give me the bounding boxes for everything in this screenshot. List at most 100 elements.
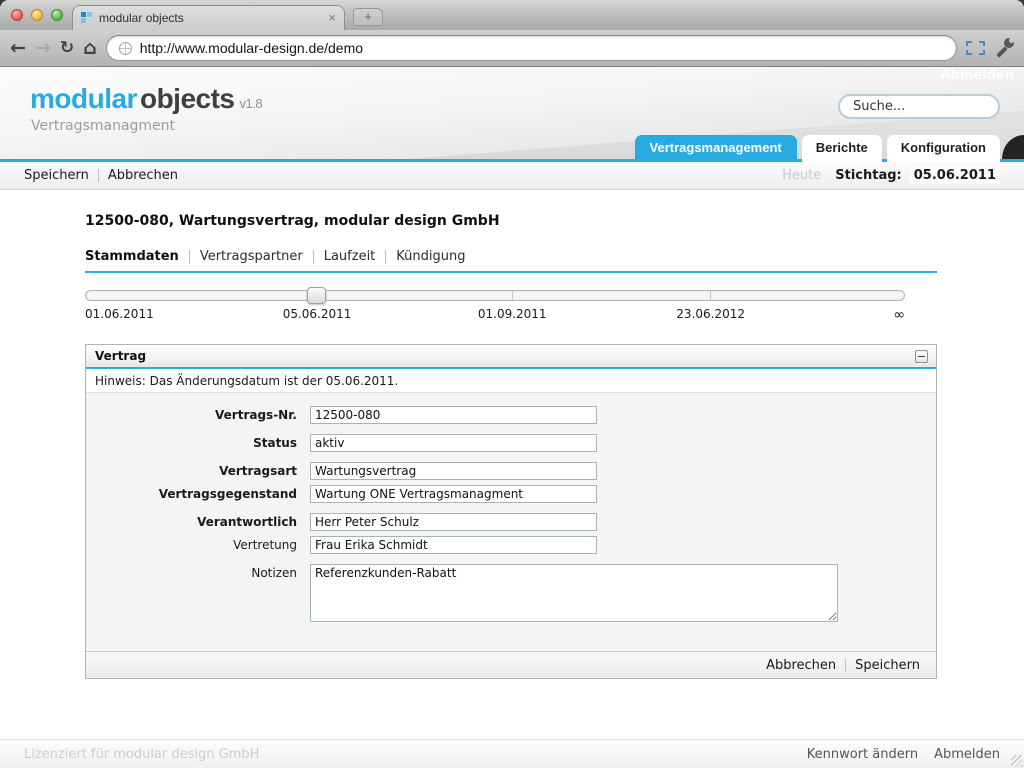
logo-objects: objects bbox=[140, 83, 235, 114]
panel-save-link[interactable]: Speichern bbox=[855, 658, 920, 673]
separator bbox=[313, 250, 314, 264]
browser-window: modular objects × + ← → ↻ ⌂ http://www.m… bbox=[0, 0, 1024, 768]
timeline: 01.06.2011 05.06.2011 01.09.2011 23.06.2… bbox=[85, 290, 905, 323]
timeline-tick bbox=[512, 291, 513, 300]
modular-favicon-icon bbox=[81, 12, 93, 24]
timeline-slider-handle[interactable] bbox=[307, 287, 326, 304]
resize-grip[interactable] bbox=[1011, 755, 1023, 767]
url-text[interactable]: http://www.modular-design.de/demo bbox=[140, 40, 363, 56]
stichtag-group: Heute Stichtag: 05.06.2011 bbox=[782, 167, 1000, 184]
status-input[interactable] bbox=[310, 434, 597, 452]
form-row: Vertrags-Nr. bbox=[86, 406, 936, 424]
today-link[interactable]: Heute bbox=[782, 168, 821, 183]
field-label-vertragsart: Vertragsart bbox=[86, 462, 310, 480]
vertrags-nr-input[interactable] bbox=[310, 406, 597, 424]
tab-close-icon[interactable]: × bbox=[328, 12, 336, 24]
form-row: Verantwortlich bbox=[86, 513, 936, 531]
tab-berichte[interactable]: Berichte bbox=[802, 135, 882, 162]
save-link[interactable]: Speichern bbox=[24, 168, 89, 183]
panel-footer: Abbrechen Speichern bbox=[86, 651, 936, 678]
logout-link[interactable]: Abmelden bbox=[934, 747, 1000, 762]
license-text: Lizenziert für modular design GmbH bbox=[24, 747, 259, 762]
panel-title: Vertrag bbox=[95, 349, 146, 363]
field-label-vertragsgegenstand: Vertragsgegenstand bbox=[86, 485, 310, 503]
window-controls bbox=[11, 9, 63, 21]
app-page: Abmelden modularobjects v1.8 Vertragsmana… bbox=[0, 67, 1024, 768]
app-toolbar: Speichern Abbrechen Heute Stichtag: 05.0… bbox=[0, 162, 1024, 190]
new-tab-button[interactable]: + bbox=[353, 8, 383, 26]
notizen-textarea[interactable]: Referenzkunden-Rabatt bbox=[310, 564, 838, 622]
selection-icon[interactable] bbox=[966, 41, 985, 55]
form-row: Vertragsart bbox=[86, 462, 936, 480]
subtabs: Stammdaten Vertragspartner Laufzeit Künd… bbox=[85, 249, 937, 273]
form-row: Status bbox=[86, 434, 936, 452]
main-content: 12500-080, Wartungsvertrag, modular desi… bbox=[0, 190, 1024, 739]
app-header: Abmelden modularobjects v1.8 Vertragsmana… bbox=[0, 67, 1024, 159]
tab-konfiguration[interactable]: Konfiguration bbox=[887, 135, 1000, 162]
cancel-link[interactable]: Abbrechen bbox=[108, 168, 178, 183]
timeline-infinity-label: ∞ bbox=[893, 307, 905, 323]
collapse-button[interactable]: − bbox=[915, 350, 928, 363]
vertrag-panel: Vertrag − Hinweis: Das Änderungsdatum is… bbox=[85, 344, 937, 679]
stichtag-value[interactable]: 05.06.2011 bbox=[910, 167, 1000, 184]
vertragsart-input[interactable] bbox=[310, 462, 597, 480]
page-title: 12500-080, Wartungsvertrag, modular desi… bbox=[85, 213, 937, 229]
verantwortlich-input[interactable] bbox=[310, 513, 597, 531]
browser-tab[interactable]: modular objects × bbox=[72, 5, 345, 30]
field-label-notizen: Notizen bbox=[86, 564, 310, 582]
separator bbox=[189, 250, 190, 264]
window-minimize-button[interactable] bbox=[31, 9, 43, 21]
timeline-slider-track[interactable] bbox=[85, 290, 905, 301]
field-label-status: Status bbox=[86, 434, 310, 452]
panel-cancel-link[interactable]: Abbrechen bbox=[766, 658, 836, 673]
vertragsgegenstand-input[interactable] bbox=[310, 485, 597, 503]
plus-icon: + bbox=[364, 9, 372, 24]
subtab-laufzeit[interactable]: Laufzeit bbox=[324, 249, 376, 264]
logo-modular: modular bbox=[30, 83, 137, 114]
app-logo: modularobjects v1.8 bbox=[30, 83, 262, 115]
panel-header: Vertrag − bbox=[86, 345, 936, 369]
app-footer: Lizenziert für modular design GmbH Kennw… bbox=[0, 739, 1024, 768]
wrench-icon[interactable] bbox=[994, 38, 1014, 58]
stichtag-label: Stichtag: bbox=[835, 168, 902, 183]
change-password-link[interactable]: Kennwort ändern bbox=[807, 747, 918, 762]
field-label-verantwortlich: Verantwortlich bbox=[86, 513, 310, 531]
separator bbox=[385, 250, 386, 264]
reload-button[interactable]: ↻ bbox=[60, 39, 74, 58]
panel-body: Vertrags-Nr. Status Vertragsart Vertrags… bbox=[86, 393, 936, 651]
subtab-stammdaten[interactable]: Stammdaten bbox=[85, 249, 179, 264]
timeline-labels: 01.06.2011 05.06.2011 01.09.2011 23.06.2… bbox=[85, 307, 905, 323]
address-bar[interactable]: http://www.modular-design.de/demo bbox=[106, 35, 957, 61]
timeline-tick bbox=[710, 291, 711, 300]
form-row: Vertretung bbox=[86, 536, 936, 554]
separator bbox=[845, 659, 846, 672]
search-input[interactable] bbox=[838, 94, 1000, 119]
form-row: Vertragsgegenstand bbox=[86, 485, 936, 503]
subtab-kuendigung[interactable]: Kündigung bbox=[396, 249, 465, 264]
timeline-date-label: 01.09.2011 bbox=[478, 307, 547, 321]
panel-hint: Hinweis: Das Änderungsdatum ist der 05.0… bbox=[86, 369, 936, 393]
subtab-vertragspartner[interactable]: Vertragspartner bbox=[200, 249, 303, 264]
app-nav-tabs: Vertragsmanagement Berichte Konfiguratio… bbox=[635, 135, 1000, 162]
globe-icon bbox=[119, 42, 132, 55]
faint-logout-text: Abmelden bbox=[940, 68, 1014, 83]
form-row: Notizen Referenzkunden-Rabatt bbox=[86, 564, 936, 622]
browser-tab-title: modular objects bbox=[99, 11, 322, 25]
back-button[interactable]: ← bbox=[10, 39, 26, 58]
forward-button[interactable]: → bbox=[35, 39, 51, 58]
separator bbox=[98, 169, 99, 182]
timeline-date-label: 23.06.2012 bbox=[676, 307, 745, 321]
timeline-date-label: 05.06.2011 bbox=[283, 307, 352, 321]
window-close-button[interactable] bbox=[11, 9, 23, 21]
timeline-date-label: 01.06.2011 bbox=[85, 307, 154, 321]
logo-version: v1.8 bbox=[240, 96, 263, 111]
footer-links: Kennwort ändern Abmelden bbox=[807, 747, 1000, 762]
app-subtitle: Vertragsmanagment bbox=[31, 118, 175, 134]
window-zoom-button[interactable] bbox=[51, 9, 63, 21]
vertretung-input[interactable] bbox=[310, 536, 597, 554]
browser-tab-strip: modular objects × + bbox=[0, 0, 1024, 30]
browser-toolbar: ← → ↻ ⌂ http://www.modular-design.de/dem… bbox=[0, 30, 1024, 67]
field-label-vertretung: Vertretung bbox=[86, 536, 310, 554]
home-button[interactable]: ⌂ bbox=[83, 39, 97, 58]
tab-vertragsmanagement[interactable]: Vertragsmanagement bbox=[635, 135, 797, 162]
